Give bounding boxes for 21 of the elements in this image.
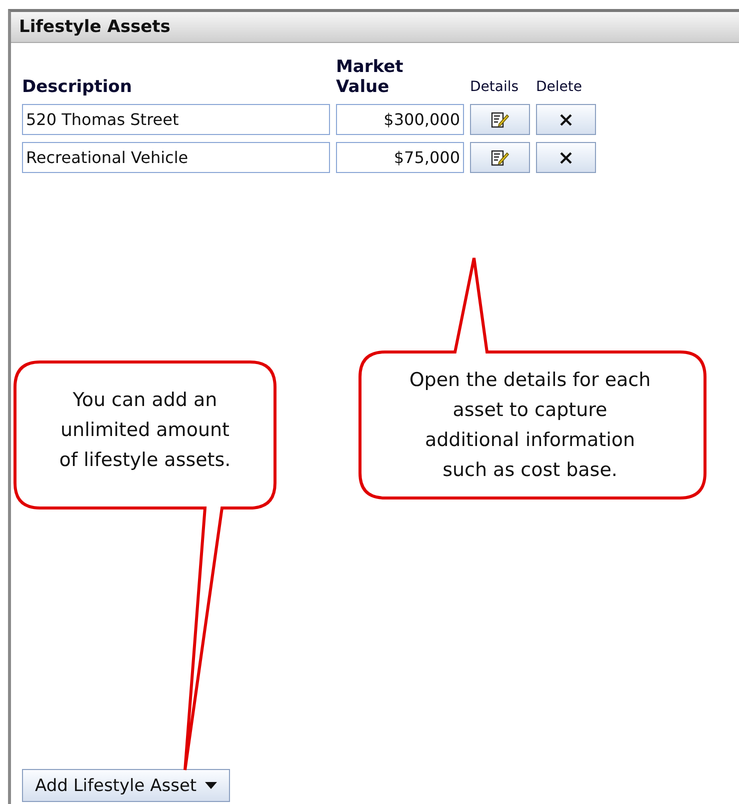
- details-button[interactable]: [470, 104, 530, 135]
- panel-title: Lifestyle Assets: [19, 17, 170, 37]
- market-value-field[interactable]: $300,000: [336, 104, 464, 135]
- edit-icon: [491, 150, 509, 166]
- close-icon: [559, 150, 573, 164]
- close-icon: [559, 112, 573, 126]
- callout-text: Open the details for each asset to capture additional information such as cost base.: [408, 368, 652, 483]
- column-header: Delete: [536, 78, 583, 97]
- description-field[interactable]: Recreational Vehicle: [22, 142, 330, 173]
- delete-button[interactable]: [536, 104, 596, 135]
- column-header: Details: [470, 78, 520, 97]
- column-header: Market Value: [336, 57, 404, 97]
- details-button[interactable]: [470, 142, 530, 173]
- add-lifestyle-asset-button[interactable]: Add Lifestyle Asset: [22, 769, 230, 802]
- caret-icon: [204, 782, 217, 789]
- description-field[interactable]: 520 Thomas Street: [22, 104, 330, 135]
- delete-button[interactable]: [536, 142, 596, 173]
- callout-text: You can add an unlimited amount of lifestyle assets.: [58, 388, 232, 473]
- edit-icon: [491, 112, 509, 128]
- market-value-field[interactable]: $75,000: [336, 142, 464, 173]
- column-header: Description: [22, 77, 133, 97]
